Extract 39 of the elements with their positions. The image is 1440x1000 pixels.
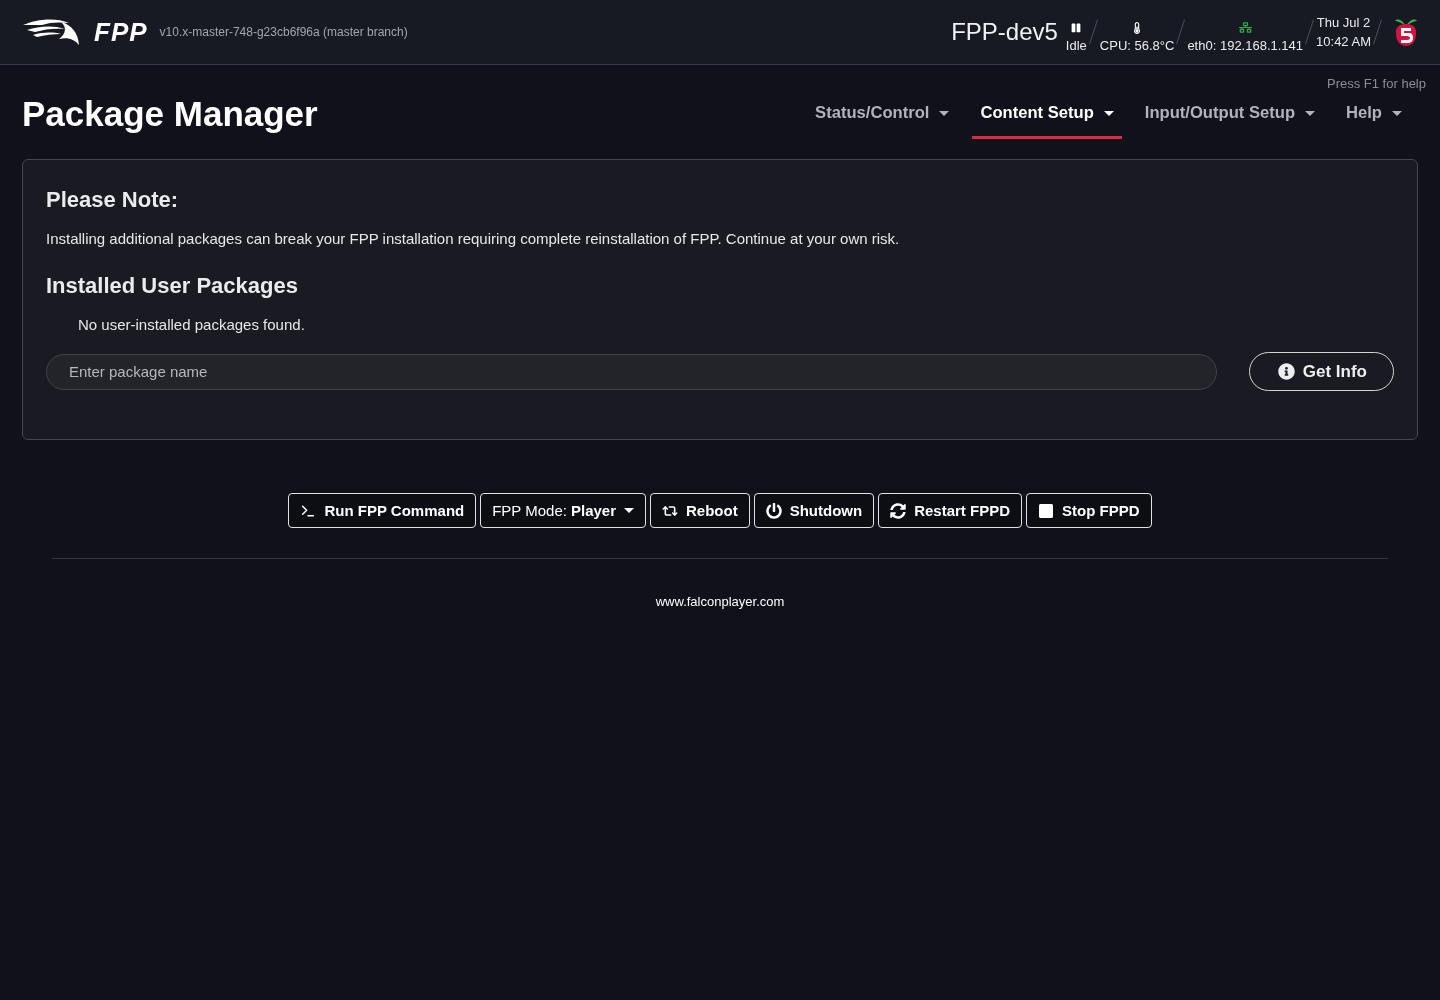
packages-heading: Installed User Packages xyxy=(46,272,299,300)
caret-icon xyxy=(1392,110,1402,116)
mode-dropdown-button[interactable]: FPP Mode: Player xyxy=(480,493,646,528)
empty-message: No user-installed packages found. xyxy=(78,316,306,334)
caret-icon xyxy=(624,508,634,513)
package-name-input[interactable]: Enter package name xyxy=(46,353,1217,390)
caret-icon xyxy=(1103,110,1114,116)
network-icon xyxy=(1238,21,1252,34)
raspberry-icon xyxy=(1394,17,1418,47)
nav-menu-link[interactable]: Help xyxy=(1338,91,1410,139)
hostname: FPP-dev5 xyxy=(951,18,1058,46)
version-text: v10.x-master-748-g23cb6f96a (master branch) xyxy=(159,25,408,39)
network-address: eth0: 192.168.1.141 xyxy=(1187,38,1304,53)
time-text: 10:42 AM xyxy=(1316,34,1371,49)
stop-icon xyxy=(1038,502,1055,519)
nav-menu-link[interactable]: Content Setup xyxy=(972,91,1122,139)
player-status: Idle xyxy=(1065,38,1087,53)
logo-text: FPP xyxy=(94,16,148,48)
info-icon xyxy=(1277,363,1295,380)
reboot-button[interactable]: Reboot xyxy=(650,493,750,528)
pause-icon xyxy=(1071,21,1082,34)
notice-heading: Please Note: xyxy=(46,186,180,214)
shutdown-button[interactable]: Shutdown xyxy=(753,493,875,528)
caret-icon xyxy=(939,110,950,116)
refresh-icon xyxy=(890,502,907,519)
nav-menu-link[interactable]: Input/Output Setup xyxy=(1136,91,1324,139)
help-hint: Press F1 for help xyxy=(1327,76,1426,91)
website-link[interactable]: www.falconplayer.com xyxy=(655,594,785,609)
notice-text: Installing additional packages can break your FPP installation requiring complete reinstallation of FPP. Continue at your own risk. xyxy=(46,230,901,248)
stop-button[interactable]: Stop FPPD xyxy=(1026,493,1152,528)
date-text: Thu Jul 2 xyxy=(1316,15,1371,30)
command-button[interactable]: Run FPP Command xyxy=(288,493,477,528)
cpu-temperature: CPU: 56.8°C xyxy=(1099,38,1175,53)
eagle-logo-icon xyxy=(22,18,80,46)
caret-icon xyxy=(1305,110,1316,116)
power-icon xyxy=(765,502,782,519)
restart-button[interactable]: Restart FPPD xyxy=(878,493,1023,528)
nav-menu-link[interactable]: Status/Control xyxy=(807,91,958,139)
page-title: Package Manager xyxy=(22,93,318,135)
